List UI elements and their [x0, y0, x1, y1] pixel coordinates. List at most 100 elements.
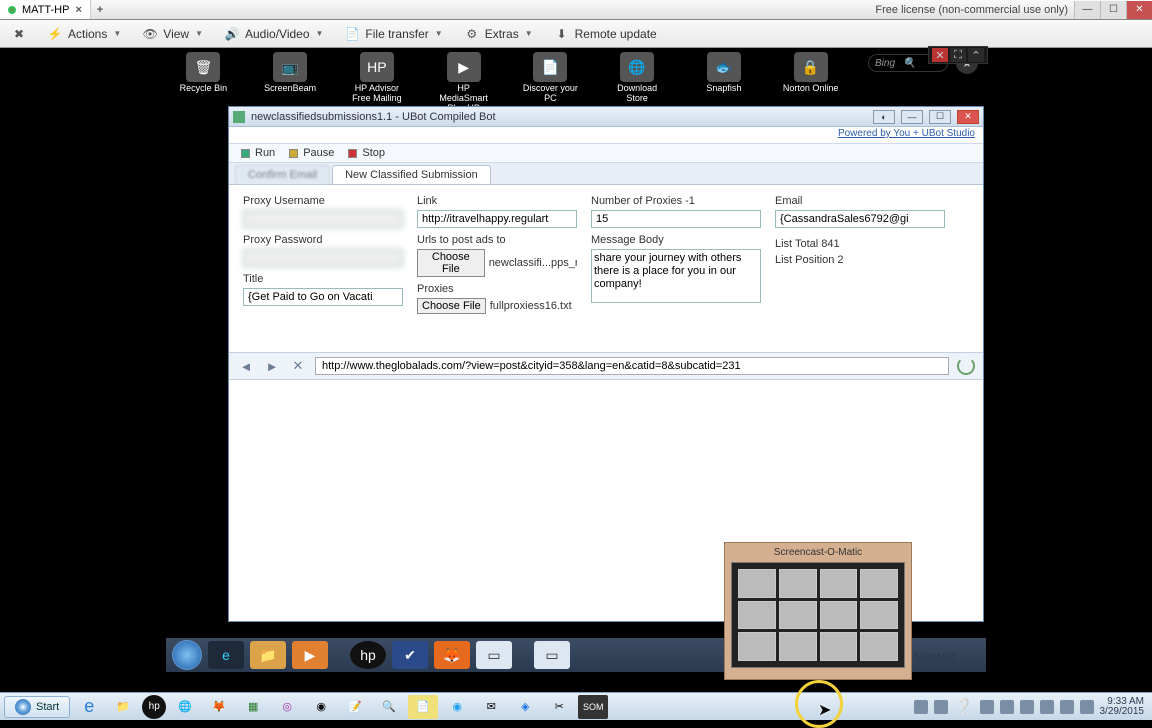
host-tb-notepad[interactable]: 📝: [340, 695, 370, 719]
list-position: List Position 2: [775, 254, 945, 266]
close-x-icon: ✖: [12, 27, 26, 41]
remote-tb-check[interactable]: ✔: [392, 641, 428, 669]
remote-tb-media[interactable]: ▶: [292, 641, 328, 669]
tv-actions[interactable]: ⚡Actions▼: [44, 27, 125, 41]
nav-stop-button[interactable]: ✕: [289, 357, 307, 375]
host-tb-sticky[interactable]: 📄: [408, 695, 438, 719]
run-button[interactable]: Run: [241, 147, 275, 159]
message-body-textarea[interactable]: share your journey with others there is …: [591, 249, 761, 303]
remote-tb-explorer[interactable]: 📁: [250, 641, 286, 669]
minimize-button[interactable]: —: [1074, 1, 1100, 19]
tv-audio[interactable]: 🔊Audio/Video▼: [221, 27, 327, 41]
ubot-maximize-button[interactable]: ☐: [929, 110, 951, 124]
gear-icon: ⚙: [465, 27, 479, 41]
host-tb-firefox[interactable]: 🦊: [204, 695, 234, 719]
tray-icon[interactable]: [1040, 700, 1054, 714]
ubot-titlebar[interactable]: newclassifiedsubmissions1.1 - UBot Compi…: [229, 107, 983, 127]
host-tb-magnify[interactable]: 🔍: [374, 695, 404, 719]
reload-icon[interactable]: [957, 357, 975, 375]
host-tb-media[interactable]: ◎: [272, 695, 302, 719]
host-tb-snip[interactable]: ✂: [544, 695, 574, 719]
tray-icon[interactable]: [1020, 700, 1034, 714]
remote-tb-hp[interactable]: hp: [350, 641, 386, 669]
label-num-proxies: Number of Proxies -1: [591, 195, 761, 207]
remote-start-button[interactable]: [172, 640, 202, 670]
strip-fullscreen-icon[interactable]: ⛶: [950, 48, 966, 62]
nav-forward-button[interactable]: ►: [263, 357, 281, 375]
host-tb-chrome[interactable]: ◉: [306, 695, 336, 719]
remote-tb-window1[interactable]: ▭: [476, 641, 512, 669]
taskbar-preview[interactable]: Screencast-O-Matic: [724, 542, 912, 680]
close-tab-icon[interactable]: ×: [75, 4, 81, 16]
tv-view[interactable]: 👁View▼: [139, 27, 207, 41]
host-tb-hp[interactable]: hp: [142, 695, 166, 719]
tv-remote-update[interactable]: ⬇Remote update: [551, 27, 661, 41]
link-input[interactable]: [417, 210, 577, 228]
add-tab-button[interactable]: +: [91, 4, 109, 16]
tray-icon[interactable]: [1000, 700, 1014, 714]
proxy-pass-input[interactable]: [243, 249, 403, 267]
tab-confirm-email[interactable]: Confirm Email: [235, 165, 330, 184]
caret-down-icon: ▼: [195, 29, 203, 38]
title-input[interactable]: [243, 288, 403, 306]
host-tb-screencast[interactable]: SOM: [578, 695, 608, 719]
launch-recycle-bin[interactable]: 🗑Recycle Bin: [174, 52, 233, 106]
tray-icon[interactable]: [934, 700, 948, 714]
system-clock[interactable]: 9:33 AM 3/29/2015: [1100, 697, 1149, 717]
launch-hp-advisor-free-mailing[interactable]: HPHP Advisor Free Mailing: [348, 52, 407, 106]
maximize-button[interactable]: ☐: [1100, 1, 1126, 19]
nav-back-button[interactable]: ◄: [237, 357, 255, 375]
host-taskbar: Start e 📁 hp 🌐 🦊 ▦ ◎ ◉ 📝 🔍 📄 ◉ ✉ ◈ ✂ SOM…: [0, 692, 1152, 720]
label-proxy-pass: Proxy Password: [243, 234, 403, 246]
remote-tb-window2[interactable]: ▭: [534, 641, 570, 669]
launch-icon: 🌐: [620, 52, 654, 82]
help-icon[interactable]: ❔: [954, 697, 974, 717]
tv-extras[interactable]: ⚙Extras▼: [461, 27, 537, 41]
tray-network-icon[interactable]: [1060, 700, 1074, 714]
close-button[interactable]: ✕: [1126, 1, 1152, 19]
tray-icon[interactable]: [914, 700, 928, 714]
tab-new-classified[interactable]: New Classified Submission: [332, 165, 491, 184]
launch-discover-your-pc[interactable]: 📄Discover your PC: [521, 52, 580, 106]
ubot-minimize-button[interactable]: —: [901, 110, 923, 124]
host-start-button[interactable]: Start: [4, 696, 70, 718]
email-input[interactable]: [775, 210, 945, 228]
download-icon: ⬇: [555, 27, 569, 41]
launch-screenbeam[interactable]: 📺ScreenBeam: [261, 52, 320, 106]
launch-hp-mediasmart-play-hp[interactable]: ▶HP MediaSmart Play HP: [434, 52, 493, 106]
host-tb-explorer[interactable]: 📁: [108, 695, 138, 719]
label-link: Link: [417, 195, 577, 207]
powered-link[interactable]: Powered by You + UBot Studio: [838, 128, 975, 139]
urls-choose-file-button[interactable]: Choose File: [417, 249, 485, 277]
launch-download-store[interactable]: 🌐Download Store: [608, 52, 667, 106]
list-total: List Total 841: [775, 238, 945, 250]
host-tb-excel[interactable]: ▦: [238, 695, 268, 719]
tray-icon[interactable]: [980, 700, 994, 714]
host-tb-teamviewer[interactable]: ◈: [510, 695, 540, 719]
ubot-close-button[interactable]: ✕: [957, 110, 979, 124]
host-tb-mail[interactable]: ✉: [476, 695, 506, 719]
address-bar[interactable]: [315, 357, 949, 375]
num-proxies-input[interactable]: [591, 210, 761, 228]
tray-volume-icon[interactable]: [1080, 700, 1094, 714]
host-tb-skype[interactable]: ◉: [442, 695, 472, 719]
launch-norton-online[interactable]: 🔒Norton Online: [781, 52, 840, 106]
status-dot-icon: [8, 6, 16, 14]
stop-button[interactable]: Stop: [348, 147, 385, 159]
eye-icon: 👁: [143, 27, 157, 41]
proxies-choose-file-button[interactable]: Choose File: [417, 298, 486, 314]
strip-collapse-icon[interactable]: ⌃: [968, 48, 984, 62]
launch-snapfish[interactable]: 🐟Snapfish: [695, 52, 754, 106]
proxy-user-input[interactable]: [243, 210, 403, 228]
remote-tb-firefox[interactable]: 🦊: [434, 641, 470, 669]
ubot-help-button[interactable]: ◐: [873, 110, 895, 124]
strip-close-icon[interactable]: ✕: [932, 48, 948, 62]
tv-close[interactable]: ✖: [8, 27, 30, 41]
host-tb-ie[interactable]: e: [74, 695, 104, 719]
tv-file[interactable]: 📄File transfer▼: [341, 27, 446, 41]
remote-strip-controls[interactable]: ✕ ⛶ ⌃: [928, 46, 988, 64]
session-tab[interactable]: MATT-HP ×: [0, 0, 91, 19]
remote-tb-ie[interactable]: e: [208, 641, 244, 669]
host-tb-globe[interactable]: 🌐: [170, 695, 200, 719]
pause-button[interactable]: Pause: [289, 147, 334, 159]
